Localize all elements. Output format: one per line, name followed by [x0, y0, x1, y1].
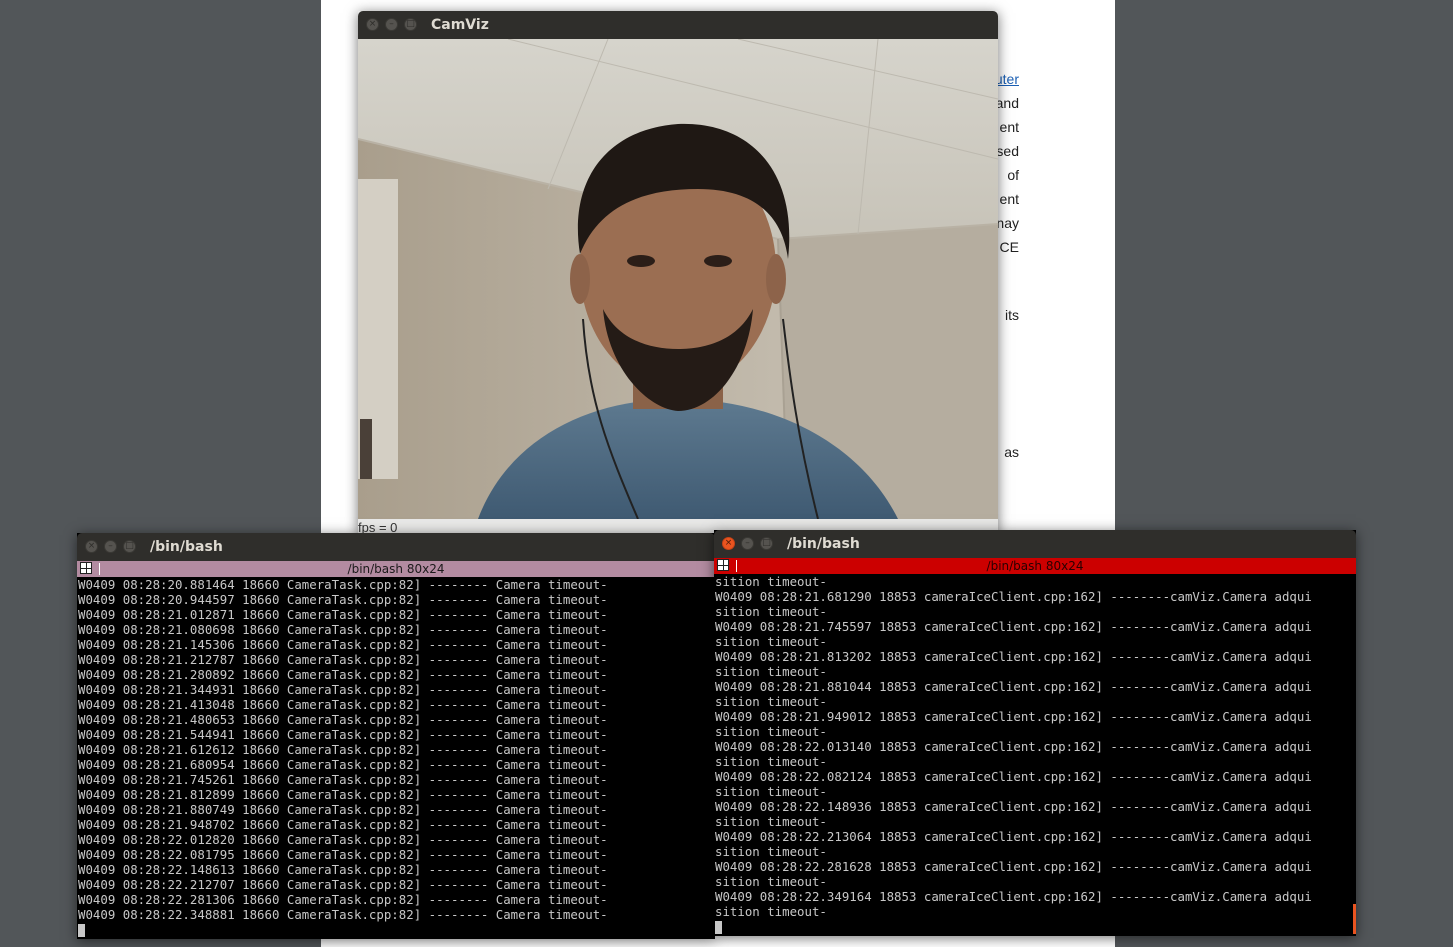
maximize-icon[interactable]: □ [760, 537, 773, 550]
tab-separator [736, 560, 737, 572]
document-text: as [1004, 444, 1019, 460]
terminal-line: W0409 08:28:21.413048 18660 CameraTask.c… [78, 697, 608, 712]
window-title: /bin/bash [787, 536, 860, 552]
terminal-line: W0409 08:28:21.745597 18853 cameraIceCli… [715, 619, 1312, 634]
minimize-icon[interactable]: – [104, 540, 117, 553]
terminal-line: W0409 08:28:22.013140 18853 cameraIceCli… [715, 739, 1312, 754]
terminal-line: W0409 08:28:21.813202 18853 cameraIceCli… [715, 649, 1312, 664]
terminal-line: sition timeout- [715, 814, 827, 829]
terminal-line: W0409 08:28:22.148936 18853 cameraIceCli… [715, 799, 1312, 814]
close-icon[interactable]: × [366, 18, 379, 31]
camera-feed-image [358, 39, 998, 519]
close-icon[interactable]: × [722, 537, 735, 550]
terminal-cursor [78, 924, 85, 937]
terminal-output[interactable]: sition timeout- W0409 08:28:21.681290 188… [715, 574, 1356, 936]
terminal-cursor [715, 921, 722, 934]
terminal-line: W0409 08:28:21.012871 18660 CameraTask.c… [78, 607, 608, 622]
terminal-window-left[interactable]: × – □ /bin/bash /bin/bash 80x24 W0409 08… [77, 533, 715, 939]
terminal-line: W0409 08:28:21.948702 18660 CameraTask.c… [78, 817, 608, 832]
terminal-line: sition timeout- [715, 784, 827, 799]
minimize-icon[interactable]: – [385, 18, 398, 31]
window-title: CamViz [431, 17, 489, 33]
terminal-line: sition timeout- [715, 664, 827, 679]
terminal-line: W0409 08:28:22.348881 18660 CameraTask.c… [78, 907, 608, 922]
terminal-line: sition timeout- [715, 694, 827, 709]
terminal-line: W0409 08:28:20.944597 18660 CameraTask.c… [78, 592, 608, 607]
maximize-icon[interactable]: □ [404, 18, 417, 31]
terminal-line: W0409 08:28:22.212707 18660 CameraTask.c… [78, 877, 608, 892]
window-titlebar[interactable]: × – □ CamViz [358, 11, 998, 39]
terminal-line: W0409 08:28:21.280892 18660 CameraTask.c… [78, 667, 608, 682]
terminal-line: W0409 08:28:22.281628 18853 cameraIceCli… [715, 859, 1312, 874]
maximize-icon[interactable]: □ [123, 540, 136, 553]
document-text: its [1005, 307, 1019, 323]
document-text: and [995, 95, 1019, 111]
scrollbar-indicator[interactable] [1353, 904, 1356, 934]
terminal-line: W0409 08:28:22.213064 18853 cameraIceCli… [715, 829, 1312, 844]
document-text: ent [999, 119, 1019, 135]
terminal-line: sition timeout- [715, 724, 827, 739]
terminal-line: sition timeout- [715, 574, 827, 589]
terminal-line: W0409 08:28:22.148613 18660 CameraTask.c… [78, 862, 608, 877]
terminal-line: W0409 08:28:21.681290 18853 cameraIceCli… [715, 589, 1312, 604]
terminal-line: W0409 08:28:21.145306 18660 CameraTask.c… [78, 637, 608, 652]
terminal-line: W0409 08:28:21.544941 18660 CameraTask.c… [78, 727, 608, 742]
terminal-line: W0409 08:28:21.745261 18660 CameraTask.c… [78, 772, 608, 787]
document-text: sed [996, 143, 1019, 159]
terminal-tab-bar[interactable]: /bin/bash 80x24 [77, 561, 715, 577]
terminal-line: W0409 08:28:21.080698 18660 CameraTask.c… [78, 622, 608, 637]
document-text: ent [999, 191, 1019, 207]
terminal-tab-icon[interactable] [80, 562, 92, 574]
terminal-output[interactable]: W0409 08:28:20.881464 18660 CameraTask.c… [78, 577, 715, 939]
window-title: /bin/bash [150, 539, 223, 555]
tab-separator [99, 563, 100, 575]
terminal-prompt-line[interactable] [715, 919, 1356, 934]
terminal-line: W0409 08:28:21.212787 18660 CameraTask.c… [78, 652, 608, 667]
terminal-line: W0409 08:28:22.349164 18853 cameraIceCli… [715, 889, 1312, 904]
terminal-prompt-line[interactable] [78, 922, 715, 937]
terminal-tab-icon[interactable] [717, 559, 729, 571]
camviz-window: × – □ CamViz fps = 0 [358, 11, 998, 536]
terminal-line: sition timeout- [715, 604, 827, 619]
terminal-line: W0409 08:28:22.082124 18853 cameraIceCli… [715, 769, 1312, 784]
terminal-line: sition timeout- [715, 634, 827, 649]
window-titlebar[interactable]: × – □ /bin/bash [77, 533, 715, 561]
terminal-line: W0409 08:28:21.480653 18660 CameraTask.c… [78, 712, 608, 727]
terminal-line: W0409 08:28:21.344931 18660 CameraTask.c… [78, 682, 608, 697]
terminal-tab-bar[interactable]: /bin/bash 80x24 [714, 558, 1356, 574]
terminal-line: sition timeout- [715, 844, 827, 859]
terminal-tab-label[interactable]: /bin/bash 80x24 [348, 562, 445, 576]
window-titlebar[interactable]: × – □ /bin/bash [714, 530, 1356, 558]
terminal-line: sition timeout- [715, 874, 827, 889]
document-text: of [1007, 167, 1019, 183]
terminal-line: W0409 08:28:22.012820 18660 CameraTask.c… [78, 832, 608, 847]
terminal-line: sition timeout- [715, 754, 827, 769]
terminal-line: sition timeout- [715, 904, 827, 919]
document-text: CE [999, 239, 1019, 255]
document-link[interactable]: uter [995, 71, 1019, 87]
minimize-icon[interactable]: – [741, 537, 754, 550]
terminal-line: W0409 08:28:21.612612 18660 CameraTask.c… [78, 742, 608, 757]
camera-frame-illustration [358, 39, 998, 519]
terminal-line: W0409 08:28:21.880749 18660 CameraTask.c… [78, 802, 608, 817]
terminal-window-right[interactable]: × – □ /bin/bash /bin/bash 80x24 sition t… [714, 530, 1356, 936]
document-text: nay [996, 215, 1019, 231]
terminal-line: W0409 08:28:21.949012 18853 cameraIceCli… [715, 709, 1312, 724]
terminal-line: W0409 08:28:22.281306 18660 CameraTask.c… [78, 892, 608, 907]
close-icon[interactable]: × [85, 540, 98, 553]
terminal-line: W0409 08:28:20.881464 18660 CameraTask.c… [78, 577, 608, 592]
terminal-tab-label[interactable]: /bin/bash 80x24 [987, 559, 1084, 573]
terminal-line: W0409 08:28:22.081795 18660 CameraTask.c… [78, 847, 608, 862]
terminal-line: W0409 08:28:21.812899 18660 CameraTask.c… [78, 787, 608, 802]
terminal-line: W0409 08:28:21.680954 18660 CameraTask.c… [78, 757, 608, 772]
terminal-line: W0409 08:28:21.881044 18853 cameraIceCli… [715, 679, 1312, 694]
